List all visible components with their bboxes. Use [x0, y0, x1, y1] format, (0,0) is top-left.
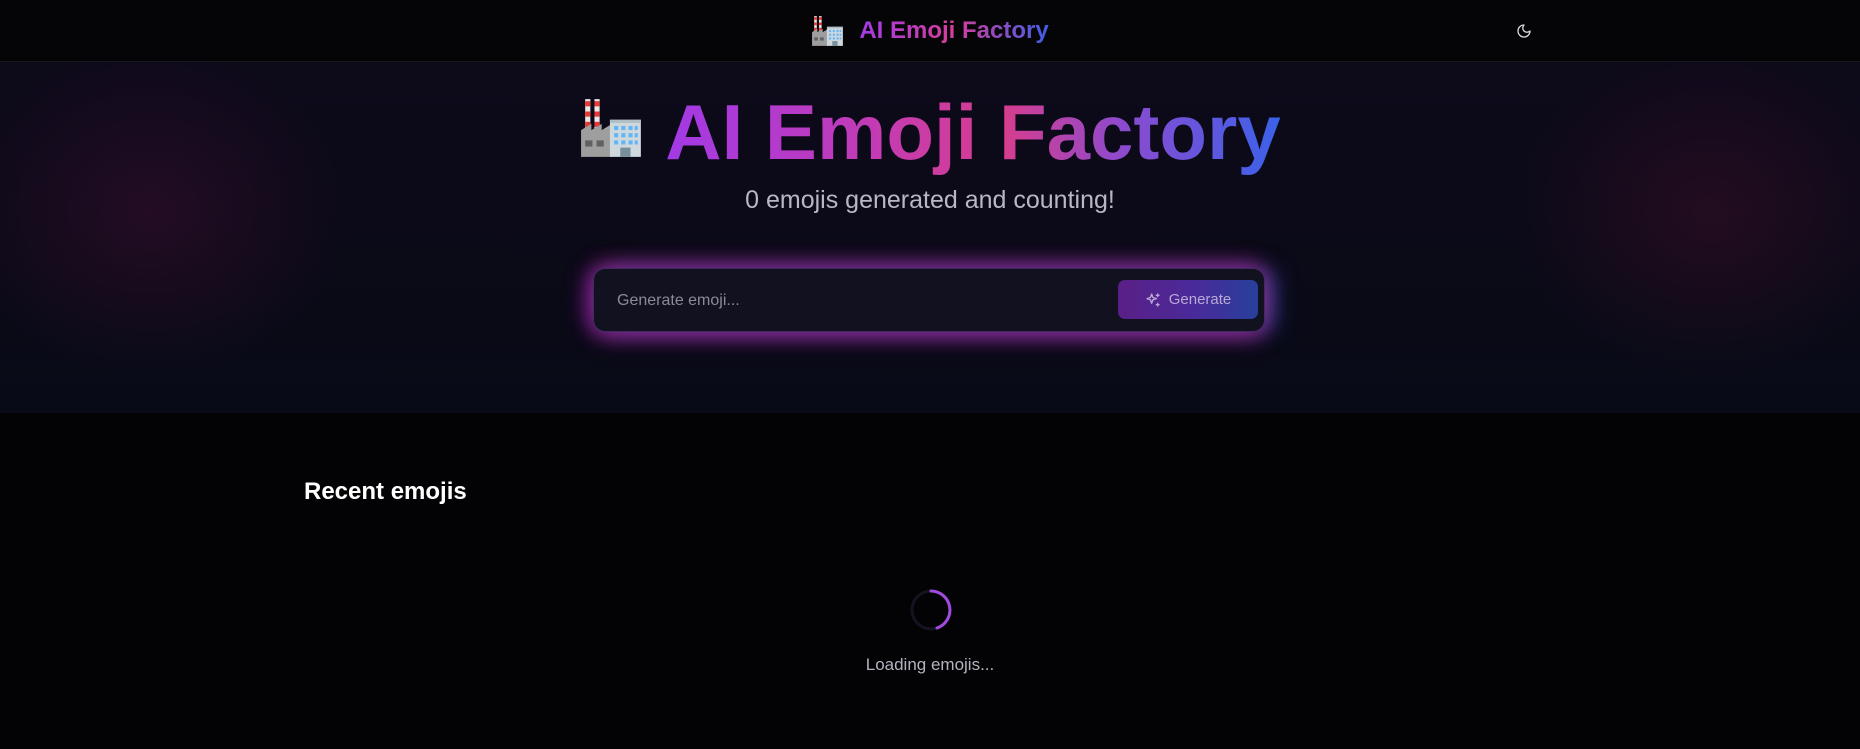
generate-button-label: Generate	[1168, 291, 1232, 308]
factory-emoji-icon	[811, 14, 845, 48]
sparkles-icon	[1146, 292, 1160, 307]
factory-emoji-icon	[579, 95, 645, 161]
generate-form: Generate	[593, 268, 1265, 332]
hero-heading: AI Emoji Factory	[0, 82, 1860, 182]
recent-emojis-heading: Recent emojis	[304, 478, 467, 505]
hero-section: AI Emoji Factory 0 emojis generated and …	[0, 62, 1860, 413]
top-navbar: AI Emoji Factory	[0, 0, 1860, 62]
emoji-prompt-input[interactable]	[604, 281, 1104, 321]
moon-icon	[1517, 24, 1531, 38]
theme-toggle-button[interactable]	[1508, 15, 1540, 47]
hero-subtitle: 0 emojis generated and counting!	[745, 186, 1115, 214]
loading-spinner-icon	[910, 589, 952, 631]
loading-text: Loading emojis...	[865, 655, 995, 674]
hero-title: AI Emoji Factory	[665, 82, 1280, 182]
nav-brand[interactable]: AI Emoji Factory	[0, 0, 1860, 62]
generate-button[interactable]: Generate	[1118, 280, 1258, 319]
nav-title[interactable]: AI Emoji Factory	[859, 17, 1048, 45]
